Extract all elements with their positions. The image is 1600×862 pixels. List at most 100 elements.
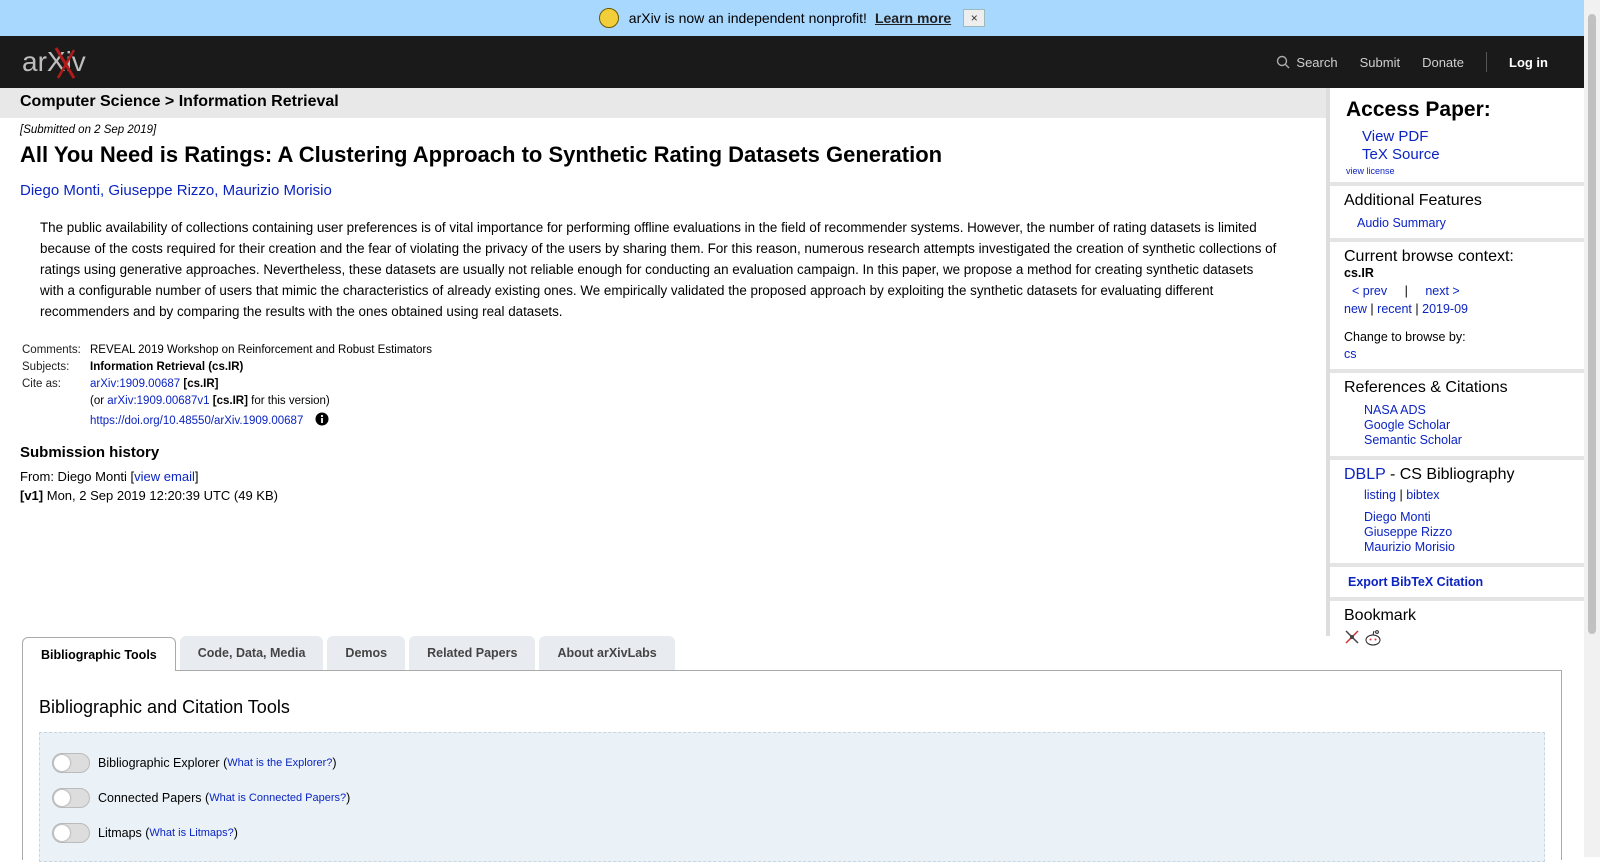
tab-demos[interactable]: Demos — [327, 636, 406, 670]
access-paper-title: Access Paper: — [1346, 98, 1491, 121]
site-header: arXiv Search Submit Donate Log in — [0, 36, 1584, 88]
tab-bar: Bibliographic Tools Code, Data, Media De… — [22, 636, 1562, 671]
listing-link[interactable]: listing — [1364, 488, 1396, 502]
author-link[interactable]: Diego Monti — [20, 182, 100, 199]
nav-separator: | — [1404, 284, 1408, 298]
tex-source-link[interactable]: TeX Source — [1362, 146, 1440, 163]
author-list: Diego Monti, Giuseppe Rizzo, Maurizio Mo… — [20, 182, 332, 199]
author-link[interactable]: Giuseppe Rizzo — [108, 182, 214, 199]
dblp-author-link[interactable]: Maurizio Morisio — [1364, 540, 1455, 554]
comments-row: Comments: REVEAL 2019 Workshop on Reinfo… — [20, 342, 436, 359]
new-link[interactable]: new — [1344, 302, 1367, 316]
tab-code-data-media[interactable]: Code, Data, Media — [179, 636, 324, 670]
submit-link[interactable]: Submit — [1360, 55, 1400, 70]
cite-version-category: [cs.IR] — [212, 395, 248, 407]
nasa-ads-link[interactable]: NASA ADS — [1364, 403, 1426, 417]
browse-cs-link[interactable]: cs — [1344, 347, 1357, 361]
cite-label: Cite as: — [22, 378, 61, 390]
view-pdf-link[interactable]: View PDF — [1362, 128, 1428, 145]
tab-related-papers[interactable]: Related Papers — [409, 636, 536, 670]
semantic-scholar-link[interactable]: Semantic Scholar — [1364, 433, 1462, 447]
smiley-icon — [598, 8, 619, 28]
submitted-date: [Submitted on 2 Sep 2019] — [20, 124, 157, 136]
tool-help-link[interactable]: What is Connected Papers? — [209, 792, 346, 804]
login-link[interactable]: Log in — [1509, 55, 1548, 70]
audio-summary-link[interactable]: Audio Summary — [1357, 216, 1446, 230]
from-text: From: Diego Monti [ — [20, 469, 135, 484]
breadcrumb: Computer Science > Information Retrieval — [0, 88, 1326, 118]
version-entry: [v1] Mon, 2 Sep 2019 12:20:39 UTC (49 KB… — [20, 486, 1320, 505]
tab-bibliographic-tools[interactable]: Bibliographic Tools — [22, 637, 176, 671]
dblp-separator: | — [1399, 488, 1403, 502]
panel-title: Bibliographic and Citation Tools — [39, 697, 290, 717]
view-license-link[interactable]: view license — [1346, 166, 1395, 176]
view-email-link[interactable]: view email — [134, 469, 195, 484]
google-scholar-link[interactable]: Google Scholar — [1364, 418, 1450, 432]
author-link[interactable]: Maurizio Morisio — [223, 182, 332, 199]
arxiv-logo[interactable]: arXiv — [22, 44, 112, 80]
tool-help-link[interactable]: What is the Explorer? — [227, 757, 332, 769]
tool-row: Bibliographic Explorer (What is the Expl… — [52, 745, 1532, 780]
arxiv-version-link[interactable]: arXiv:1909.00687v1 — [107, 395, 209, 407]
from-end: ] — [194, 469, 199, 484]
doi-link[interactable]: https://doi.org/10.48550/arXiv.1909.0068… — [90, 415, 303, 427]
submission-from: From: Diego Monti [view email] — [20, 467, 1320, 486]
next-link[interactable]: next > — [1425, 284, 1459, 298]
date-separator: | — [1370, 302, 1374, 316]
bookmark-title: Bookmark — [1344, 607, 1417, 624]
paper-title: All You Need is Ratings: A Clustering Ap… — [20, 142, 943, 167]
recent-link[interactable]: recent — [1377, 302, 1412, 316]
dblp-author-link[interactable]: Diego Monti — [1364, 510, 1431, 524]
access-paper-section: Access Paper: View PDF TeX Source view l… — [1330, 88, 1588, 186]
dblp-author-link[interactable]: Giuseppe Rizzo — [1364, 525, 1452, 539]
learn-more-link[interactable]: Learn more — [875, 10, 951, 26]
tool-name: Litmaps — [98, 825, 142, 840]
bibtex-link[interactable]: bibtex — [1406, 488, 1439, 502]
change-browse-label: Change to browse by: — [1344, 330, 1466, 344]
cite-version-tail: for this version) — [251, 395, 330, 407]
search-label: Search — [1296, 54, 1338, 70]
nav-divider — [1486, 52, 1487, 72]
arxiv-id-link[interactable]: arXiv:1909.00687 — [90, 378, 180, 390]
search-icon — [1277, 55, 1290, 69]
browse-context-value: cs.IR — [1344, 266, 1374, 280]
scrollbar-thumb[interactable] — [1588, 14, 1596, 634]
comments-label: Comments: — [22, 344, 81, 356]
export-bibtex-link[interactable]: Export BibTeX Citation — [1348, 575, 1483, 589]
additional-features-title: Additional Features — [1344, 192, 1482, 209]
vertical-scrollbar[interactable] — [1584, 0, 1600, 857]
month-link[interactable]: 2019-09 — [1422, 302, 1468, 316]
banner-message: arXiv is now an independent nonprofit! — [628, 10, 867, 26]
cite-category: [cs.IR] — [183, 378, 219, 390]
tab-about-arxivlabs[interactable]: About arXivLabs — [539, 636, 675, 670]
date-nav: new | recent | 2019-09 — [1344, 302, 1574, 316]
dblp-link[interactable]: DBLP — [1344, 466, 1386, 483]
logo-text: arXiv — [22, 46, 86, 77]
subjects-row: Subjects: Information Retrieval (cs.IR) — [20, 359, 436, 376]
cite-or: (or — [90, 395, 105, 407]
search-link[interactable]: Search — [1276, 54, 1338, 70]
close-banner-button[interactable]: × — [963, 9, 986, 27]
prev-link[interactable]: < prev — [1352, 284, 1387, 298]
dblp-title: DBLP - CS Bibliography — [1344, 466, 1574, 484]
donate-link[interactable]: Donate — [1422, 55, 1464, 70]
info-icon[interactable] — [315, 412, 329, 426]
tool-help-link[interactable]: What is Litmaps? — [149, 827, 233, 839]
cite-value: arXiv:1909.00687 [cs.IR] — [88, 376, 436, 393]
litmaps-toggle[interactable] — [52, 822, 90, 843]
connected-papers-toggle[interactable] — [52, 787, 90, 808]
cite-version: (or arXiv:1909.00687v1 [cs.IR] for this … — [88, 393, 436, 410]
explorer-toggle[interactable] — [52, 752, 90, 773]
tool-list: Bibliographic Explorer (What is the Expl… — [39, 732, 1545, 862]
date-separator: | — [1415, 302, 1419, 316]
tool-row: Litmaps (What is Litmaps?) — [52, 815, 1532, 850]
version-label: [v1] — [20, 488, 44, 503]
submission-history-title: Submission history — [20, 444, 160, 461]
tool-name: Connected Papers — [98, 790, 202, 805]
header-nav: Search Submit Donate Log in — [1254, 36, 1548, 88]
sidebar: Access Paper: View PDF TeX Source view l… — [1326, 88, 1588, 646]
references-section: References & Citations NASA ADS Google S… — [1330, 373, 1588, 460]
cite-version-row: (or arXiv:1909.00687v1 [cs.IR] for this … — [20, 393, 436, 410]
tab-panel: Bibliographic and Citation Tools Bibliog… — [22, 670, 1562, 862]
tool-row: Connected Papers (What is Connected Pape… — [52, 780, 1532, 815]
